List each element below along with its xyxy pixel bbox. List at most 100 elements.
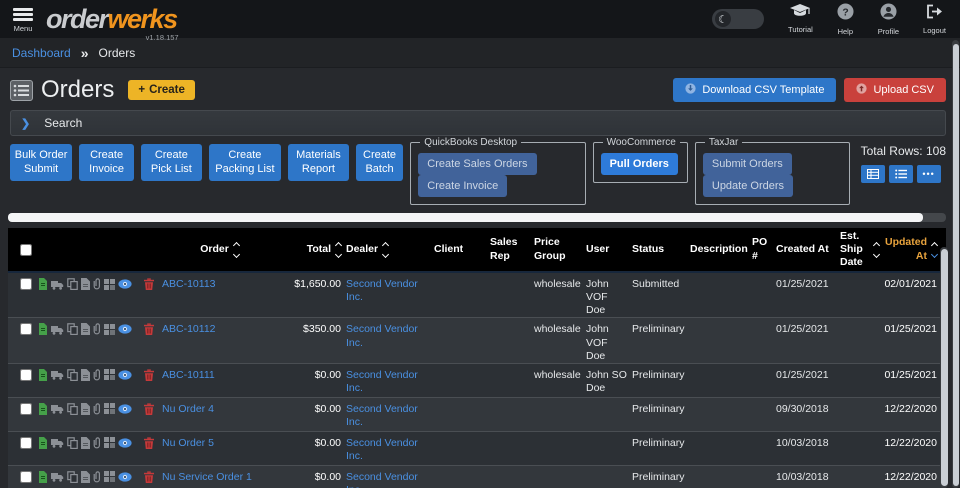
invoice-export-icon[interactable] <box>38 323 48 336</box>
eye-icon[interactable] <box>118 472 132 482</box>
column-header-order[interactable]: Order <box>162 241 282 258</box>
file-icon[interactable] <box>81 278 90 290</box>
copy-icon[interactable] <box>67 436 78 449</box>
column-header-po[interactable]: PO # <box>752 236 776 262</box>
dealer-link[interactable]: Second Vendor Inc. <box>346 437 418 462</box>
eye-icon[interactable] <box>118 404 132 414</box>
truck-icon[interactable] <box>51 437 64 448</box>
copy-icon[interactable] <box>67 470 78 483</box>
column-header-sales-rep[interactable]: Sales Rep <box>490 236 534 262</box>
copy-icon[interactable] <box>67 278 78 290</box>
row-checkbox[interactable] <box>20 278 32 290</box>
column-header-est-ship-date[interactable]: Est. Ship Date <box>840 230 884 269</box>
upload-csv-button[interactable]: Upload CSV <box>844 78 946 102</box>
trash-icon[interactable] <box>144 403 154 415</box>
trash-icon[interactable] <box>144 471 154 483</box>
file-icon[interactable] <box>81 323 90 336</box>
order-link[interactable]: ABC-10111 <box>162 369 215 381</box>
dealer-link[interactable]: Second Vendor Inc. <box>346 278 418 303</box>
order-link[interactable]: Nu Order 5 <box>162 437 214 449</box>
select-all-checkbox[interactable] <box>20 243 32 256</box>
invoice-export-icon[interactable] <box>38 368 48 381</box>
create-button[interactable]: + Create <box>128 80 195 100</box>
bulk-order-submit-button[interactable]: Bulk Order Submit <box>10 144 73 181</box>
download-csv-template-button[interactable]: Download CSV Template <box>673 78 837 102</box>
eye-icon[interactable] <box>118 370 132 380</box>
materials-report-button[interactable]: Materials Report <box>288 144 349 181</box>
help-button[interactable]: ? Help <box>837 2 854 36</box>
table-vertical-scrollbar-thumb[interactable] <box>940 249 948 486</box>
paperclip-icon[interactable] <box>93 437 101 449</box>
qb-create-invoice-button[interactable]: Create Invoice <box>418 175 508 197</box>
order-link[interactable]: ABC-10112 <box>162 323 216 335</box>
eye-icon[interactable] <box>118 324 132 334</box>
copy-icon[interactable] <box>67 402 78 415</box>
file-icon[interactable] <box>81 436 90 449</box>
row-checkbox[interactable] <box>20 368 32 381</box>
dealer-link[interactable]: Second Vendor Inc. <box>346 323 418 348</box>
trash-icon[interactable] <box>144 437 154 449</box>
create-packing-list-button[interactable]: Create Packing List <box>208 144 282 181</box>
column-header-total[interactable]: Total <box>282 241 346 258</box>
column-header-client[interactable]: Client <box>434 243 490 256</box>
dealer-link[interactable]: Second Vendor Inc. <box>346 471 418 488</box>
file-icon[interactable] <box>81 368 90 381</box>
breadcrumb-dashboard-link[interactable]: Dashboard <box>12 46 71 60</box>
paperclip-icon[interactable] <box>93 471 101 483</box>
trash-icon[interactable] <box>144 369 154 381</box>
order-link[interactable]: ABC-10113 <box>162 278 216 290</box>
copy-icon[interactable] <box>67 368 78 381</box>
create-invoice-button[interactable]: Create Invoice <box>79 144 134 181</box>
column-header-created-at[interactable]: Created At <box>776 243 840 256</box>
order-link[interactable]: Nu Order 4 <box>162 403 214 415</box>
eye-icon[interactable] <box>118 279 132 289</box>
taxjar-submit-orders-button[interactable]: Submit Orders <box>702 153 792 175</box>
menu-button[interactable]: Menu <box>6 6 40 33</box>
taxjar-update-orders-button[interactable]: Update Orders <box>702 175 794 197</box>
copy-icon[interactable] <box>67 323 78 336</box>
row-checkbox[interactable] <box>20 402 32 415</box>
invoice-export-icon[interactable] <box>38 470 48 483</box>
eye-icon[interactable] <box>118 438 132 448</box>
column-header-status[interactable]: Status <box>632 243 690 256</box>
more-options-button[interactable]: ••• <box>916 165 941 183</box>
paperclip-icon[interactable] <box>93 403 101 415</box>
column-header-dealer[interactable]: Dealer <box>346 241 434 258</box>
create-pick-list-button[interactable]: Create Pick List <box>141 144 202 181</box>
truck-icon[interactable] <box>51 403 64 414</box>
batch-icon[interactable] <box>104 403 115 415</box>
truck-icon[interactable] <box>51 369 64 380</box>
batch-icon[interactable] <box>104 323 115 335</box>
truck-icon[interactable] <box>51 324 64 335</box>
dealer-link[interactable]: Second Vendor Inc. <box>346 369 418 394</box>
order-link[interactable]: Nu Service Order 1 <box>162 471 252 483</box>
trash-icon[interactable] <box>144 278 154 290</box>
profile-button[interactable]: Profile <box>878 2 899 36</box>
column-header-updated-at[interactable]: Updated At <box>884 236 942 262</box>
truck-icon[interactable] <box>51 471 64 482</box>
table-view-button[interactable] <box>860 165 885 183</box>
dealer-link[interactable]: Second Vendor Inc. <box>346 403 418 428</box>
column-header-description[interactable]: Description <box>690 243 752 256</box>
horizontal-scrollbar-thumb[interactable] <box>8 213 923 222</box>
paperclip-icon[interactable] <box>93 323 101 335</box>
row-checkbox[interactable] <box>20 323 32 336</box>
create-batch-button[interactable]: Create Batch <box>355 144 404 181</box>
invoice-export-icon[interactable] <box>38 278 48 290</box>
page-vertical-scrollbar-thumb[interactable] <box>952 44 959 486</box>
invoice-export-icon[interactable] <box>38 436 48 449</box>
row-checkbox[interactable] <box>20 436 32 449</box>
list-view-button[interactable] <box>888 165 913 183</box>
batch-icon[interactable] <box>104 437 115 449</box>
search-panel-toggle[interactable]: ❯ Search <box>10 110 946 136</box>
paperclip-icon[interactable] <box>93 369 101 381</box>
paperclip-icon[interactable] <box>93 278 101 290</box>
batch-icon[interactable] <box>104 369 115 381</box>
tutorial-button[interactable]: Tutorial <box>788 4 813 34</box>
woo-pull-orders-button[interactable]: Pull Orders <box>600 153 678 175</box>
trash-icon[interactable] <box>144 323 154 336</box>
qb-create-sales-orders-button[interactable]: Create Sales Orders <box>418 153 537 175</box>
file-icon[interactable] <box>81 470 90 483</box>
batch-icon[interactable] <box>104 471 115 483</box>
logout-button[interactable]: Logout <box>923 4 946 35</box>
